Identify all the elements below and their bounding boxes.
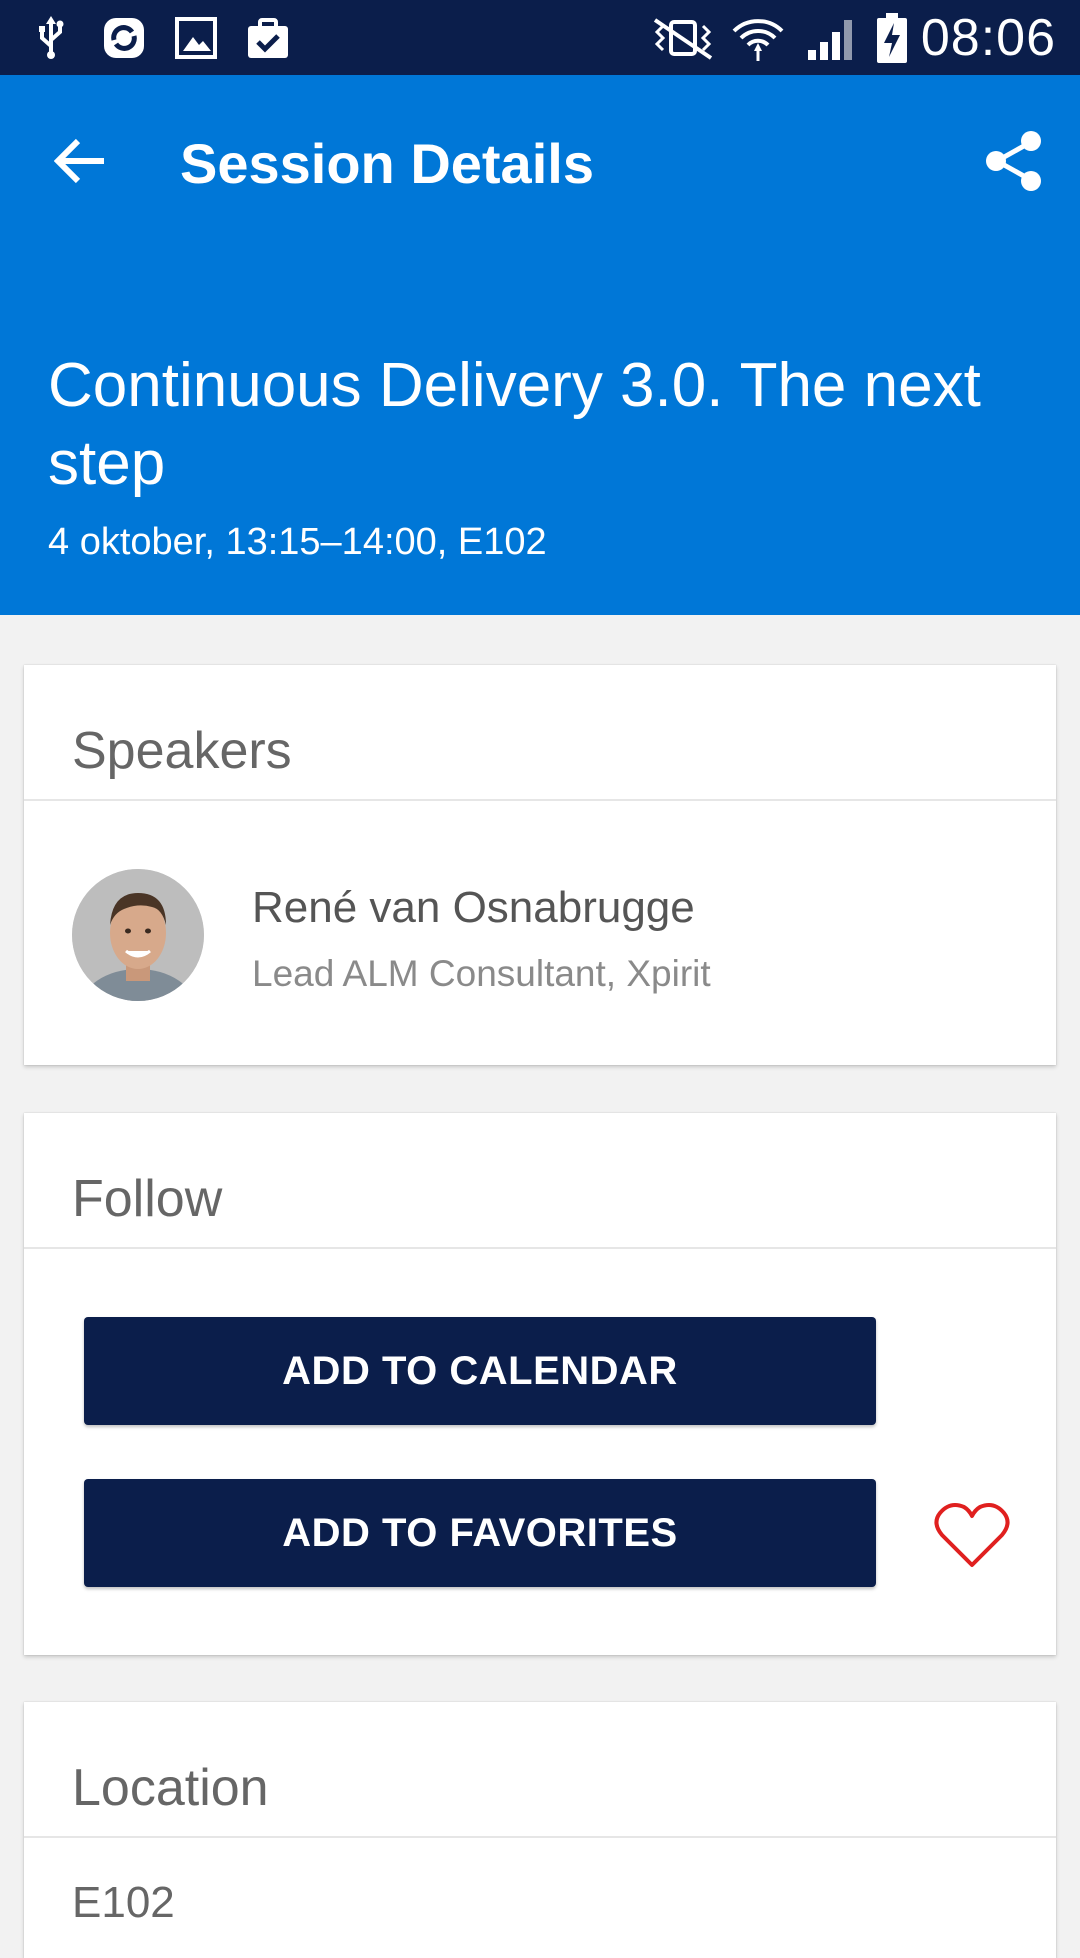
follow-header: Follow: [24, 1113, 1056, 1249]
favorite-toggle[interactable]: [924, 1489, 1020, 1585]
usb-icon: [34, 14, 68, 62]
speaker-list-item[interactable]: René van Osnabrugge Lead ALM Consultant,…: [24, 801, 1056, 1065]
heart-outline-icon: [934, 1501, 1010, 1574]
speaker-name: René van Osnabrugge: [252, 883, 695, 932]
clipboard-check-icon: [244, 14, 292, 62]
add-to-favorites-button[interactable]: ADD TO FAVORITES: [84, 1479, 876, 1587]
follow-body: ADD TO CALENDAR ADD TO FAVORITES: [24, 1249, 1056, 1655]
status-bar: 08:06: [0, 0, 1080, 75]
speakers-header: Speakers: [24, 665, 1056, 801]
location-body: E102: [24, 1838, 1056, 1958]
add-to-calendar-button[interactable]: ADD TO CALENDAR: [84, 1317, 876, 1425]
speakers-card: Speakers René van Osnabrugge Lead ALM Co…: [24, 665, 1056, 1065]
vibrate-mute-icon: [646, 14, 720, 62]
sync-icon: [100, 14, 148, 62]
follow-header-title: Follow: [72, 1170, 223, 1228]
share-icon: [985, 130, 1043, 197]
avatar: [72, 869, 204, 1001]
battery-charging-icon: [874, 13, 910, 63]
location-header: Location: [24, 1702, 1056, 1838]
status-time: 08:06: [920, 9, 1056, 67]
wifi-icon: [728, 14, 788, 62]
speakers-header-title: Speakers: [72, 722, 292, 780]
session-meta: 4 oktober, 13:15–14:00, E102: [48, 521, 547, 563]
speaker-role: Lead ALM Consultant, Xpirit: [252, 953, 711, 994]
image-icon: [172, 14, 220, 62]
location-header-title: Location: [72, 1759, 269, 1817]
arrow-left-icon: [53, 138, 106, 189]
session-header: Session Details Continuous Delivery 3.0.…: [0, 75, 1080, 615]
signal-icon: [804, 14, 858, 62]
back-button[interactable]: [40, 123, 120, 203]
share-button[interactable]: [974, 123, 1054, 203]
follow-card: Follow ADD TO CALENDAR ADD TO FAVORITES: [24, 1113, 1056, 1655]
session-title: Continuous Delivery 3.0. The next step: [48, 351, 981, 498]
location-value: E102: [72, 1878, 175, 1927]
page-title: Session Details: [180, 132, 594, 195]
